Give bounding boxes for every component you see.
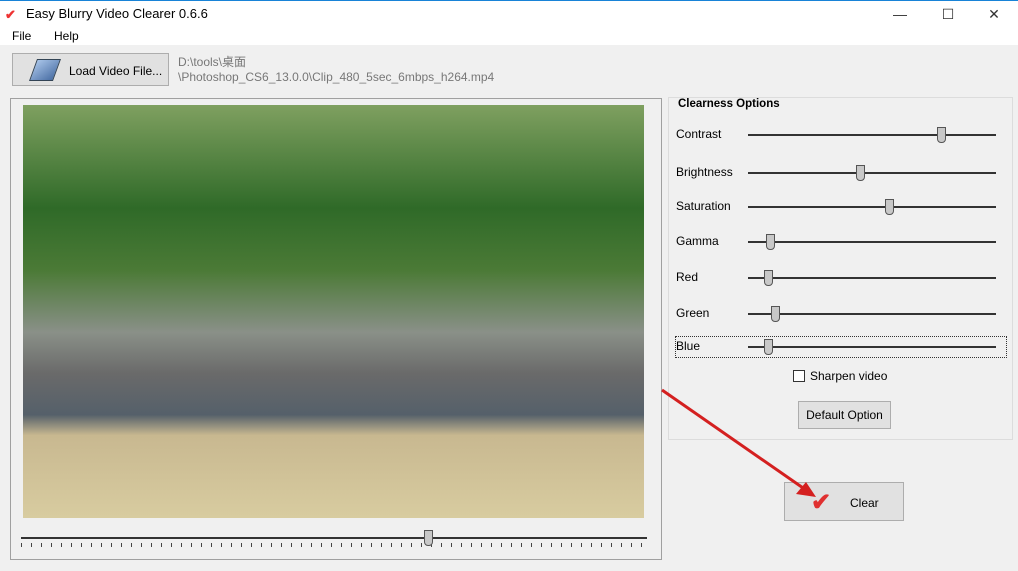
load-video-label: Load Video File... xyxy=(69,64,163,78)
title-bar: ✔ Easy Blurry Video Clearer 0.6.6 — ☐ ✕ xyxy=(0,0,1018,28)
slider-contrast[interactable]: Contrast xyxy=(676,125,1006,145)
close-button[interactable]: ✕ xyxy=(974,3,1014,27)
slider-label: Brightness xyxy=(676,165,733,179)
load-video-button[interactable]: Load Video File... xyxy=(12,53,169,86)
slider-label: Gamma xyxy=(676,234,719,248)
clear-label: Clear xyxy=(850,496,879,510)
minimize-button[interactable]: — xyxy=(880,3,920,27)
video-panel xyxy=(10,98,662,560)
slider-track xyxy=(748,241,996,243)
menu-help[interactable]: Help xyxy=(54,29,79,43)
video-preview xyxy=(23,105,644,518)
slider-blue[interactable]: Blue xyxy=(675,336,1007,358)
seek-thumb[interactable] xyxy=(423,530,433,546)
slider-green[interactable]: Green xyxy=(676,304,1006,324)
checkbox-box[interactable] xyxy=(793,370,805,382)
slider-thumb[interactable] xyxy=(766,234,776,250)
slider-track xyxy=(748,172,996,174)
slider-thumb[interactable] xyxy=(937,127,947,143)
file-path: D:\tools\桌面 \Photoshop_CS6_13.0.0\Clip_4… xyxy=(178,55,494,85)
seek-slider[interactable] xyxy=(19,527,649,551)
slider-track xyxy=(748,346,996,348)
slider-label: Contrast xyxy=(676,127,722,141)
app-check-icon: ✔ xyxy=(5,7,16,22)
clear-button[interactable]: ✔ Clear xyxy=(784,482,904,521)
slider-label: Blue xyxy=(676,339,701,353)
slider-label: Saturation xyxy=(676,199,731,213)
slider-thumb[interactable] xyxy=(885,199,895,215)
path-line-1: D:\tools\桌面 xyxy=(178,55,247,69)
slider-track xyxy=(748,134,996,136)
window-title: Easy Blurry Video Clearer 0.6.6 xyxy=(26,6,208,21)
menu-file[interactable]: File xyxy=(12,29,31,43)
slider-gamma[interactable]: Gamma xyxy=(676,232,1006,252)
sharpen-label: Sharpen video xyxy=(810,369,888,383)
slider-track xyxy=(748,277,996,279)
check-icon: ✔ xyxy=(811,489,832,516)
slider-label: Red xyxy=(676,270,699,284)
slider-track xyxy=(748,313,996,315)
video-file-icon xyxy=(28,59,62,81)
slider-thumb[interactable] xyxy=(855,165,865,181)
seek-track xyxy=(21,537,647,539)
slider-track xyxy=(748,206,996,208)
sharpen-video-checkbox[interactable]: Sharpen video xyxy=(793,369,887,383)
slider-thumb[interactable] xyxy=(763,339,773,355)
slider-red[interactable]: Red xyxy=(676,268,1006,288)
maximize-button[interactable]: ☐ xyxy=(928,3,968,27)
default-option-button[interactable]: Default Option xyxy=(798,401,891,429)
slider-saturation[interactable]: Saturation xyxy=(676,197,1006,217)
slider-thumb[interactable] xyxy=(771,306,781,322)
options-title: Clearness Options xyxy=(676,98,782,110)
slider-thumb[interactable] xyxy=(763,270,773,286)
seek-ticks xyxy=(21,543,647,547)
slider-label: Green xyxy=(676,306,710,320)
path-line-2: \Photoshop_CS6_13.0.0\Clip_480_5sec_6mbp… xyxy=(178,70,495,84)
menu-bar: File Help xyxy=(0,28,1018,45)
clearness-options-group: Clearness Options Contrast Brightness Satu… xyxy=(668,97,1013,440)
slider-brightness[interactable]: Brightness xyxy=(676,163,1006,183)
